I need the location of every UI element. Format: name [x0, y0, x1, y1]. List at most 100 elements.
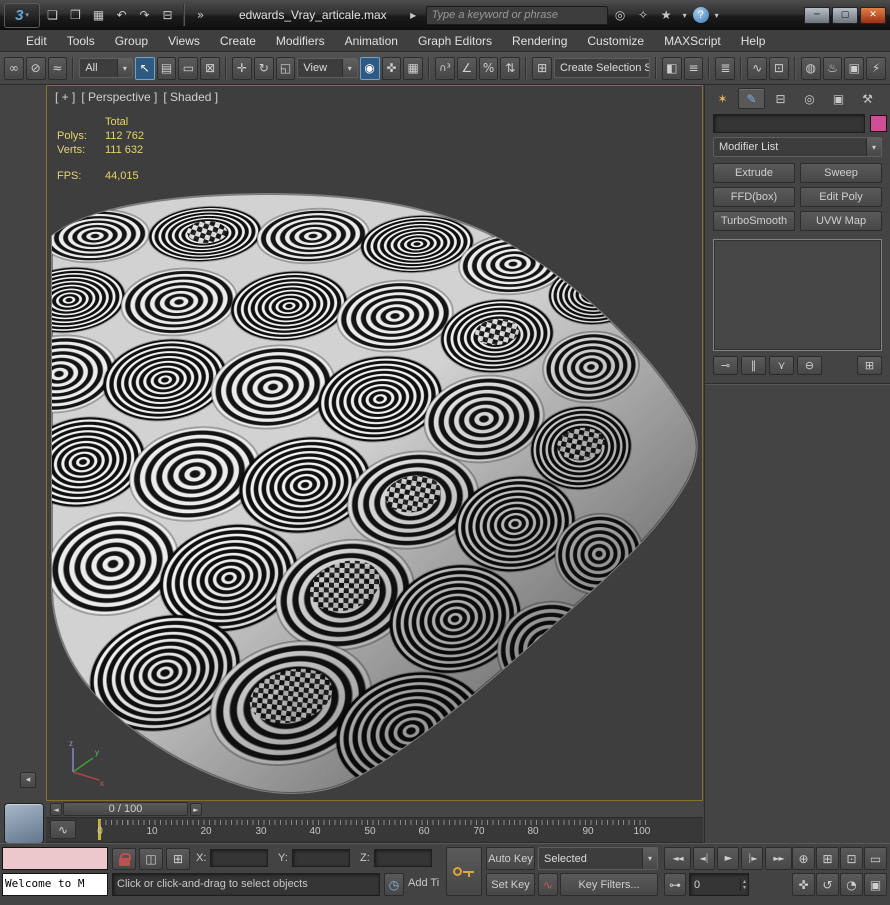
- render-production-icon[interactable]: ⚡: [866, 56, 886, 80]
- go-to-end-icon[interactable]: ►►: [765, 847, 792, 870]
- maximize-viewport-icon[interactable]: ▣: [864, 873, 887, 896]
- selection-lock-icon[interactable]: [112, 848, 136, 870]
- make-unique-icon[interactable]: ⋎: [769, 356, 794, 375]
- maximize-button[interactable]: ▢: [832, 6, 858, 24]
- mirror-icon[interactable]: ◧: [661, 56, 682, 80]
- modifier-button-ffdbox[interactable]: FFD(box): [713, 187, 795, 207]
- render-setup-icon[interactable]: ♨: [822, 56, 843, 80]
- material-editor-icon[interactable]: ◍: [800, 56, 821, 80]
- bind-to-space-warp-icon[interactable]: ≈: [47, 56, 68, 80]
- search-input[interactable]: [425, 5, 608, 25]
- search-icon[interactable]: ◎: [610, 5, 631, 25]
- viewport-layout-expand-icon[interactable]: ◂: [20, 772, 36, 788]
- tab-motion-icon[interactable]: ◎: [796, 88, 823, 109]
- auto-key-button[interactable]: Auto Key: [486, 847, 535, 870]
- menu-create[interactable]: Create: [210, 34, 266, 48]
- menu-modifiers[interactable]: Modifiers: [266, 34, 335, 48]
- layer-manager-icon[interactable]: ≣: [715, 56, 736, 80]
- y-coordinate-input[interactable]: [292, 849, 350, 867]
- favorites-star-icon[interactable]: ★: [656, 5, 677, 25]
- transform-typein-icon[interactable]: ⊞: [166, 848, 190, 870]
- set-keys-button[interactable]: [446, 847, 482, 896]
- curve-editor-icon[interactable]: ∿: [747, 56, 768, 80]
- spinner-down-icon[interactable]: ▾: [743, 885, 746, 891]
- pin-stack-icon[interactable]: ⊸: [713, 356, 738, 375]
- help-icon[interactable]: ?: [692, 7, 709, 23]
- tab-hierarchy-icon[interactable]: ⊟: [767, 88, 794, 109]
- menu-tools[interactable]: Tools: [57, 34, 105, 48]
- schematic-view-icon[interactable]: ⊡: [769, 56, 789, 80]
- project-folder-icon[interactable]: ⊟: [157, 5, 178, 25]
- minimize-button[interactable]: ─: [804, 6, 830, 24]
- modifier-list-dropdown[interactable]: Modifier List ▾: [713, 137, 882, 157]
- menu-animation[interactable]: Animation: [335, 34, 408, 48]
- maxscript-listener[interactable]: Welcome to M: [2, 873, 108, 896]
- align-icon[interactable]: ≡: [683, 56, 704, 80]
- tab-display-icon[interactable]: ▣: [825, 88, 852, 109]
- select-and-rotate-icon[interactable]: ↻: [253, 56, 274, 80]
- tab-create-icon[interactable]: ✶: [709, 88, 736, 109]
- undo-icon[interactable]: ↶: [111, 5, 132, 25]
- viewport-layout-tabs[interactable]: [4, 803, 44, 844]
- close-button[interactable]: ✕: [860, 6, 886, 24]
- zoom-extents-icon[interactable]: ⊡: [840, 847, 863, 870]
- current-frame-field[interactable]: 0 ▴ ▾: [689, 873, 749, 896]
- next-frame-icon[interactable]: │►: [741, 847, 763, 870]
- set-key-button[interactable]: Set Key: [486, 873, 535, 896]
- modifier-stack-list[interactable]: [713, 239, 882, 351]
- key-mode-toggle-icon[interactable]: ⊶: [664, 873, 686, 896]
- select-object-icon[interactable]: ↖: [134, 56, 155, 80]
- viewport-general-menu[interactable]: [ + ]: [55, 90, 75, 104]
- subscription-icon[interactable]: ✧: [633, 5, 654, 25]
- select-and-link-icon[interactable]: ∞: [4, 56, 24, 80]
- chevron-down-icon[interactable]: ▾: [711, 5, 723, 25]
- select-and-scale-icon[interactable]: ◱: [275, 56, 296, 80]
- key-selection-dropdown[interactable]: Selected ▾: [538, 847, 658, 870]
- modifier-button-uvwmap[interactable]: UVW Map: [800, 211, 882, 231]
- pan-icon[interactable]: ✜: [792, 873, 815, 896]
- select-and-move-icon[interactable]: ✛: [232, 56, 252, 80]
- go-to-start-icon[interactable]: ◄◄: [664, 847, 691, 870]
- snap-toggle-icon[interactable]: ∩³: [435, 56, 455, 80]
- angle-snap-icon[interactable]: ∠: [456, 56, 477, 80]
- key-filters-button[interactable]: Key Filters...: [560, 873, 658, 896]
- unlink-selection-icon[interactable]: ⊘: [25, 56, 46, 80]
- chevron-down-icon[interactable]: ▾: [679, 5, 691, 25]
- absolute-offset-mode-icon[interactable]: ◫: [139, 848, 163, 870]
- time-slider-track[interactable]: ◄ 0 / 100 ►: [46, 801, 703, 818]
- time-slider-handle[interactable]: 0 / 100: [63, 802, 188, 816]
- use-pivot-center-icon[interactable]: ◉: [359, 56, 380, 80]
- time-slider-prev-icon[interactable]: ◄: [50, 803, 62, 816]
- z-coordinate-input[interactable]: [374, 849, 432, 867]
- tab-utilities-icon[interactable]: ⚒: [854, 88, 881, 109]
- edit-named-selections-icon[interactable]: ⊞: [532, 56, 552, 80]
- rendered-frame-window-icon[interactable]: ▣: [844, 56, 865, 80]
- select-by-name-icon[interactable]: ▤: [156, 56, 177, 80]
- menu-help[interactable]: Help: [731, 34, 776, 48]
- remove-modifier-icon[interactable]: ⊖: [797, 356, 822, 375]
- viewport-shading-menu[interactable]: [ Shaded ]: [163, 90, 218, 104]
- modifier-button-turbosmooth[interactable]: TurboSmooth: [713, 211, 795, 231]
- reference-coordinate-dropdown[interactable]: View ▾: [297, 58, 358, 78]
- open-file-icon[interactable]: ❒: [65, 5, 86, 25]
- tab-modify-icon[interactable]: ✎: [738, 88, 765, 109]
- named-selection-dropdown[interactable]: Create Selection Se ▾: [553, 58, 650, 78]
- infocenter-arrow-icon[interactable]: ▸: [403, 5, 424, 25]
- menu-group[interactable]: Group: [105, 34, 158, 48]
- menu-customize[interactable]: Customize: [577, 34, 654, 48]
- object-color-swatch[interactable]: [870, 115, 887, 132]
- configure-modifier-sets-icon[interactable]: ⊞: [857, 356, 882, 375]
- perspective-viewport[interactable]: [ + ] [ Perspective ] [ Shaded ] Total P…: [46, 85, 703, 801]
- x-coordinate-input[interactable]: [210, 849, 268, 867]
- window-crossing-icon[interactable]: ⊠: [200, 56, 221, 80]
- previous-frame-icon[interactable]: ◄│: [693, 847, 715, 870]
- menu-edit[interactable]: Edit: [16, 34, 57, 48]
- play-icon[interactable]: ►: [717, 847, 739, 870]
- orbit-icon[interactable]: ↺: [816, 873, 839, 896]
- macro-recorder-pane[interactable]: [2, 847, 108, 870]
- default-tangent-icon[interactable]: ∿: [538, 873, 558, 896]
- menu-rendering[interactable]: Rendering: [502, 34, 577, 48]
- modifier-button-extrude[interactable]: Extrude: [713, 163, 795, 183]
- add-time-tag-label[interactable]: Add Ti: [408, 877, 448, 893]
- viewport-pov-menu[interactable]: [ Perspective ]: [81, 90, 157, 104]
